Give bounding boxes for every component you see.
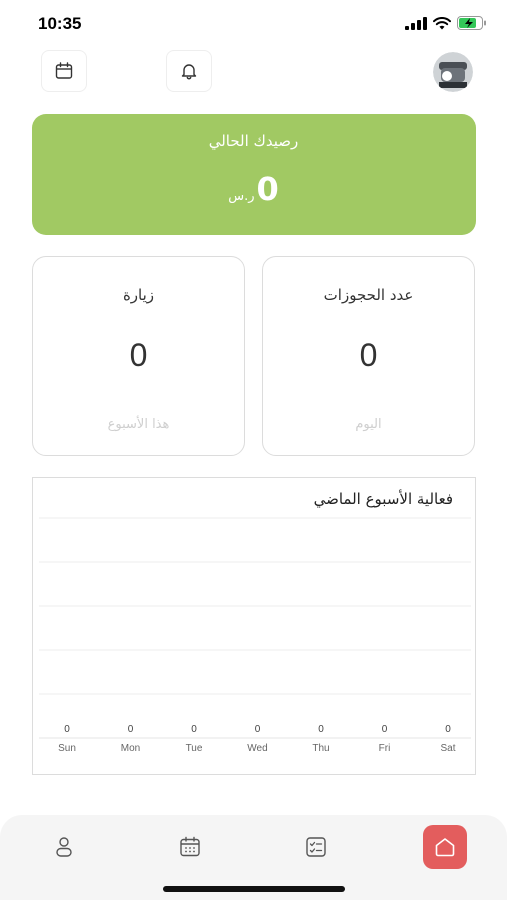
status-icons	[405, 16, 487, 30]
data-label: 0	[64, 724, 70, 735]
x-tick-label: Sat	[440, 743, 455, 754]
x-tick-label: Tue	[186, 743, 203, 754]
tab-home[interactable]	[423, 825, 467, 869]
calendar-icon	[55, 62, 73, 79]
stat-title: عدد الحجوزات	[323, 286, 414, 304]
chart-title: فعالية الأسبوع الماضي	[313, 490, 453, 508]
tab-bar	[0, 815, 507, 900]
stat-title: زيارة	[122, 286, 155, 304]
calendar-icon	[180, 836, 200, 857]
x-tick-label: Fri	[379, 743, 391, 754]
calendar-button[interactable]	[41, 50, 87, 92]
notifications-button[interactable]	[166, 50, 212, 92]
signal-icon	[405, 16, 427, 30]
status-bar: 10:35	[0, 0, 507, 50]
data-label: 0	[382, 724, 388, 735]
bookings-count-card[interactable]: عدد الحجوزات 0 اليوم	[262, 256, 475, 456]
avatar[interactable]	[433, 52, 473, 92]
battery-charging-icon	[457, 16, 486, 30]
visits-card[interactable]: زيارة 0 هذا الأسبوع	[32, 256, 245, 456]
profile-icon	[56, 837, 72, 857]
balance-value: 0	[256, 170, 279, 208]
home-icon	[435, 838, 455, 857]
stat-value: 0	[359, 337, 378, 373]
weekly-activity-chart: 0 Sun 0 Mon 0 Tue 0 Wed 0 Thu 0 Fri 0 Sat فعالية الأس…	[32, 477, 476, 775]
data-label: 0	[191, 724, 197, 735]
tab-tasks[interactable]	[294, 825, 338, 869]
balance-amount: ر.س 0	[0, 170, 507, 208]
data-label: 0	[318, 724, 324, 735]
stat-period: هذا الأسبوع	[107, 417, 170, 432]
chart-canvas: 0 Sun 0 Mon 0 Tue 0 Wed 0 Thu 0 Fri 0 Sat	[39, 517, 471, 754]
stat-value: 0	[129, 337, 148, 373]
x-tick-label: Mon	[121, 743, 140, 754]
x-tick-label: Sun	[58, 743, 76, 754]
x-tick-label: Thu	[312, 743, 329, 754]
checklist-icon	[306, 837, 326, 857]
wifi-icon	[433, 16, 451, 29]
tab-calendar[interactable]	[168, 825, 212, 869]
bell-icon	[181, 64, 197, 80]
data-label: 0	[445, 724, 451, 735]
user-avatar	[433, 52, 473, 92]
x-tick-label: Wed	[247, 743, 267, 754]
balance-title: رصيدك الحالي	[208, 132, 299, 150]
data-label: 0	[255, 724, 261, 735]
balance-currency: ر.س	[228, 189, 255, 204]
status-time: 10:35	[38, 14, 82, 33]
stat-period: اليوم	[355, 417, 382, 432]
tab-profile[interactable]	[42, 825, 86, 869]
home-indicator	[163, 886, 345, 892]
data-label: 0	[128, 724, 134, 735]
